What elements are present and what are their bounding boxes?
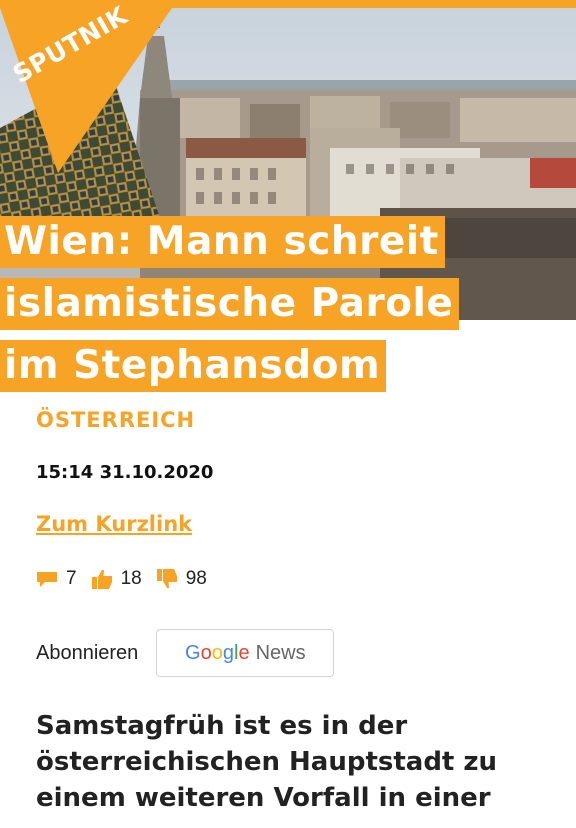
- thumbs-down-icon: [156, 568, 178, 590]
- shortlink-link[interactable]: Zum Kurzlink: [36, 512, 192, 536]
- news-word: News: [255, 641, 306, 664]
- dislikes-count: 98: [185, 568, 207, 589]
- reaction-stats: 7 18 98: [36, 565, 221, 593]
- article-lead: Samstagfrüh ist es in der österreichisch…: [36, 708, 556, 816]
- category-link[interactable]: ÖSTERREICH: [36, 408, 195, 432]
- comments-stat[interactable]: 7: [36, 568, 77, 590]
- lead-line-2: österreichischen Hauptstadt zu: [36, 747, 498, 777]
- google-letter: G: [185, 641, 201, 664]
- dislikes-stat[interactable]: 98: [156, 568, 207, 590]
- publish-timestamp: 15:14 31.10.2020: [36, 462, 214, 483]
- top-accent-bar: [0, 0, 576, 8]
- lead-line-1: Samstagfrüh ist es in der: [36, 711, 408, 741]
- subscribe-row: Abonnieren Google News: [36, 628, 335, 678]
- headline-line-3: im Stephansdom: [0, 340, 387, 392]
- sputnik-logo[interactable]: SPUTNIK: [0, 1, 180, 173]
- google-news-button[interactable]: Google News: [156, 629, 335, 677]
- comments-count: 7: [66, 568, 77, 589]
- google-letter: g: [222, 641, 234, 664]
- thumbs-up-icon: [91, 568, 113, 590]
- google-letter: o: [200, 641, 212, 664]
- headline-line-1: Wien: Mann schreit: [0, 216, 445, 268]
- likes-stat[interactable]: 18: [91, 568, 142, 590]
- lead-line-3: einem weiteren Vorfall in einer: [36, 783, 491, 813]
- google-letter: e: [238, 641, 250, 664]
- headline-line-2: islamistische Parole: [0, 278, 460, 330]
- comment-icon: [36, 570, 58, 588]
- subscribe-label: Abonnieren: [36, 641, 139, 664]
- likes-count: 18: [120, 568, 142, 589]
- google-letter: o: [211, 641, 223, 664]
